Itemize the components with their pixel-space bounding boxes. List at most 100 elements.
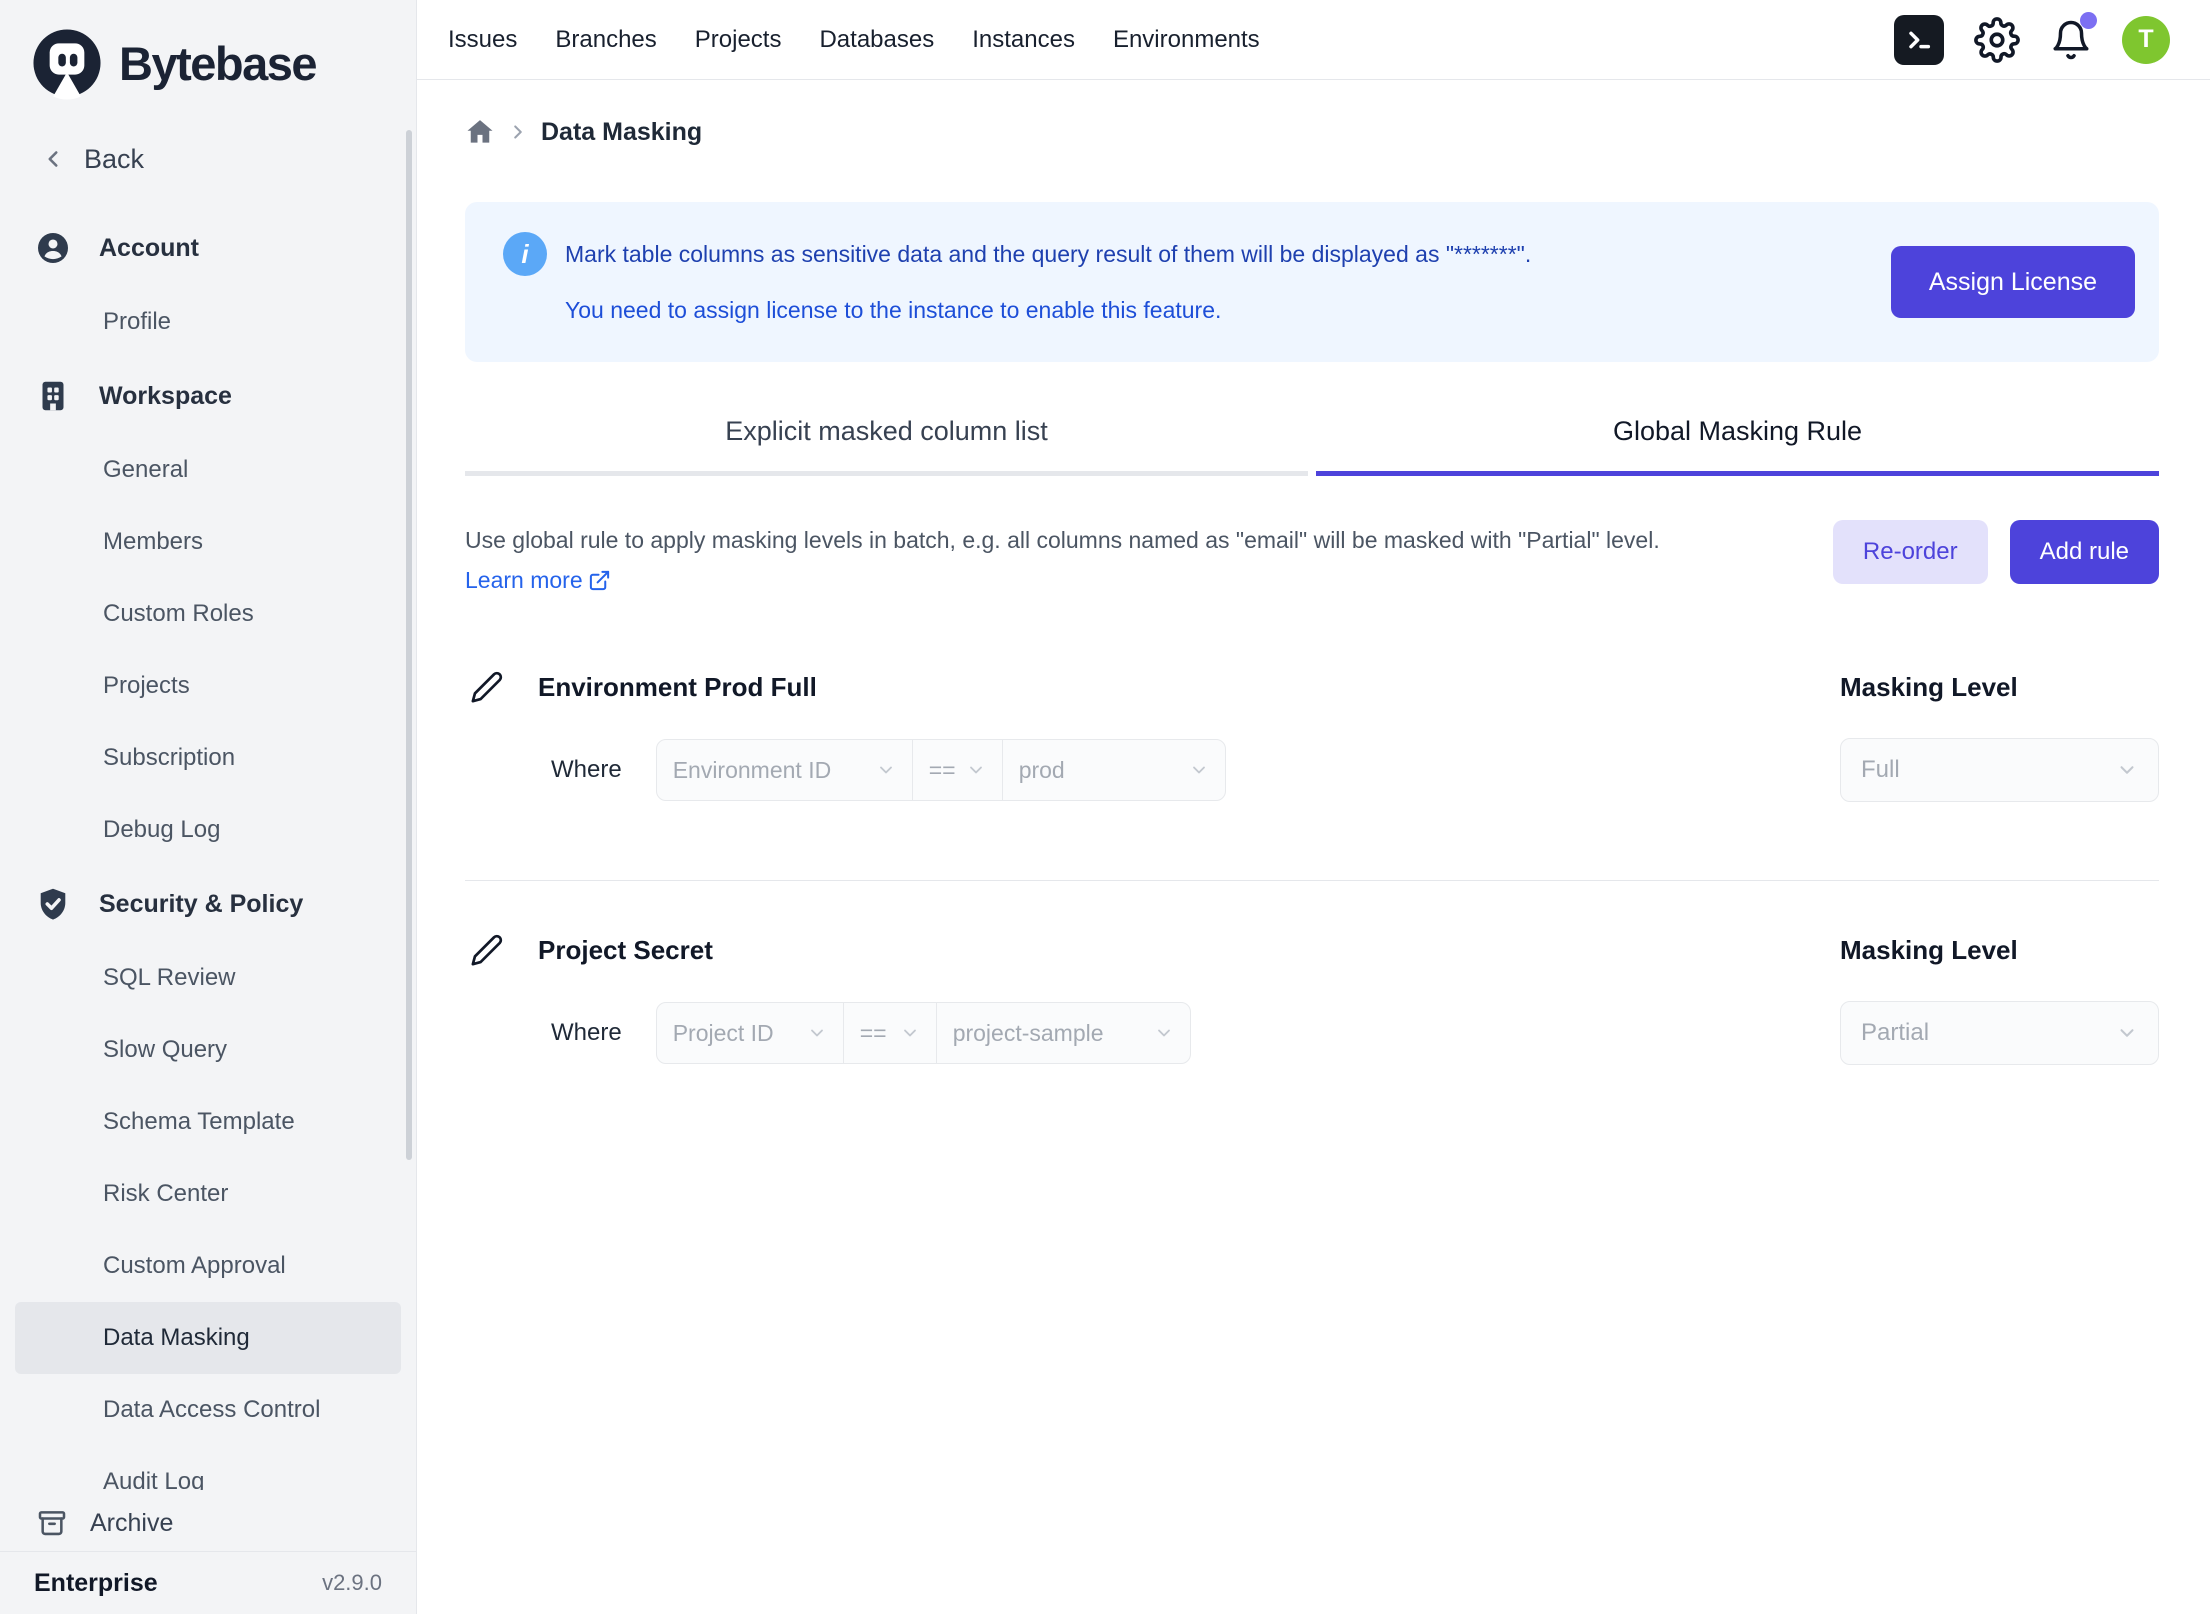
brand-logo[interactable]: Bytebase [0, 0, 416, 126]
topbar-actions: T [1894, 15, 2170, 65]
nav-branches[interactable]: Branches [555, 26, 656, 54]
sidebar-item-profile[interactable]: Profile [15, 286, 401, 358]
masking-level-select[interactable]: Partial [1840, 1001, 2159, 1065]
condition-group: Environment ID == prod [656, 739, 1226, 801]
tab-explicit-masked-column-list[interactable]: Explicit masked column list [465, 404, 1308, 476]
nav-instances[interactable]: Instances [972, 26, 1075, 54]
banner-line-2: You need to assign license to the instan… [565, 282, 1531, 338]
external-link-icon [588, 569, 611, 592]
avatar[interactable]: T [2122, 16, 2170, 64]
add-rule-button[interactable]: Add rule [2010, 520, 2159, 584]
chevron-down-icon [900, 1023, 920, 1043]
settings-button[interactable] [1974, 17, 2020, 63]
sidebar-item-schema-template[interactable]: Schema Template [15, 1086, 401, 1158]
sidebar-scrollbar[interactable] [406, 130, 412, 1160]
sidebar-footer: Enterprise v2.9.0 [0, 1551, 416, 1614]
back-label: Back [84, 144, 144, 175]
chevron-right-icon [507, 121, 529, 143]
page-content: Data Masking i Mark table columns as sen… [417, 80, 2210, 1614]
section-label: Account [99, 234, 199, 263]
page-title: Data Masking [541, 118, 702, 147]
notifications-button[interactable] [2050, 19, 2092, 61]
where-label: Where [551, 1019, 622, 1047]
brand-name: Bytebase [119, 36, 316, 91]
rule-body: Where Environment ID == [465, 738, 2159, 802]
section-label: Workspace [99, 382, 232, 411]
chevron-down-icon [1189, 760, 1209, 780]
sidebar-item-slow-query[interactable]: Slow Query [15, 1014, 401, 1086]
sql-editor-button[interactable] [1894, 15, 1944, 65]
breadcrumb: Data Masking [465, 110, 2159, 154]
sidebar-item-projects[interactable]: Projects [15, 650, 401, 722]
where-label: Where [551, 756, 622, 784]
building-icon [35, 378, 71, 414]
condition-group: Project ID == project-sample [656, 1002, 1191, 1064]
reorder-button[interactable]: Re-order [1833, 520, 1988, 584]
sidebar-item-data-masking[interactable]: Data Masking [15, 1302, 401, 1374]
archive-icon [36, 1507, 68, 1539]
section-label: Security & Policy [99, 890, 303, 919]
shield-check-icon [35, 886, 71, 922]
sidebar: Bytebase Back Account Profile [0, 0, 417, 1614]
chevron-down-icon [1154, 1023, 1174, 1043]
rule-header: Project Secret Masking Level [465, 933, 2159, 967]
sidebar-section-security-policy: Security & Policy [0, 866, 416, 942]
sidebar-item-debug-log[interactable]: Debug Log [15, 794, 401, 866]
rule-body: Where Project ID == [465, 1001, 2159, 1065]
chevron-left-icon [40, 146, 66, 172]
notification-dot [2080, 12, 2097, 29]
chevron-down-icon [876, 760, 896, 780]
edit-pencil-icon[interactable] [470, 670, 504, 704]
nav-projects[interactable]: Projects [695, 26, 782, 54]
app-root: Bytebase Back Account Profile [0, 0, 2210, 1614]
condition-value-select[interactable]: project-sample [937, 1003, 1190, 1063]
nav-environments[interactable]: Environments [1113, 26, 1260, 54]
sidebar-bottom: Archive Enterprise v2.9.0 [0, 1495, 416, 1614]
user-circle-icon [35, 230, 71, 266]
masking-rule: Project Secret Masking Level Where Proje… [465, 933, 2159, 1065]
sidebar-item-members[interactable]: Members [15, 506, 401, 578]
sidebar-item-archive[interactable]: Archive [0, 1495, 416, 1551]
masking-rule: Environment Prod Full Masking Level Wher… [465, 670, 2159, 802]
terminal-icon [1903, 24, 1935, 56]
nav-issues[interactable]: Issues [448, 26, 517, 54]
bytebase-logo-icon [30, 26, 104, 100]
toolbar-buttons: Re-order Add rule [1833, 520, 2159, 584]
home-icon[interactable] [465, 117, 495, 147]
sidebar-section-workspace: Workspace [0, 358, 416, 434]
rule-title: Project Secret [538, 935, 713, 966]
sidebar-item-subscription[interactable]: Subscription [15, 722, 401, 794]
tab-global-masking-rule[interactable]: Global Masking Rule [1316, 404, 2159, 476]
sidebar-item-audit-log[interactable]: Audit Log [15, 1446, 401, 1490]
sidebar-item-risk-center[interactable]: Risk Center [15, 1158, 401, 1230]
sidebar-nav: Account Profile Workspace General Member… [0, 192, 416, 1490]
info-icon: i [503, 232, 547, 276]
masking-level-select[interactable]: Full [1840, 738, 2159, 802]
condition-field-select[interactable]: Project ID [657, 1003, 844, 1063]
condition-operator-select[interactable]: == [844, 1003, 937, 1063]
rule-title: Environment Prod Full [538, 672, 817, 703]
masking-level-header: Masking Level [1840, 672, 2159, 703]
rule-header: Environment Prod Full Masking Level [465, 670, 2159, 704]
condition-value-select[interactable]: prod [1003, 740, 1225, 800]
sidebar-item-custom-roles[interactable]: Custom Roles [15, 578, 401, 650]
edit-pencil-icon[interactable] [470, 933, 504, 967]
chevron-down-icon [807, 1023, 827, 1043]
back-button[interactable]: Back [0, 126, 416, 192]
rules-description: Use global rule to apply masking levels … [465, 520, 1800, 600]
assign-license-button[interactable]: Assign License [1891, 246, 2135, 318]
sidebar-item-sql-review[interactable]: SQL Review [15, 942, 401, 1014]
sidebar-item-custom-approval[interactable]: Custom Approval [15, 1230, 401, 1302]
license-banner: i Mark table columns as sensitive data a… [465, 202, 2159, 362]
main-area: Issues Branches Projects Databases Insta… [417, 0, 2210, 1614]
condition-operator-select[interactable]: == [913, 740, 1003, 800]
nav-databases[interactable]: Databases [819, 26, 934, 54]
sidebar-item-general[interactable]: General [15, 434, 401, 506]
tab-bar: Explicit masked column list Global Maski… [465, 404, 2159, 476]
learn-more-link[interactable]: Learn more [465, 560, 611, 600]
sidebar-item-data-access-control[interactable]: Data Access Control [15, 1374, 401, 1446]
chevron-down-icon [966, 760, 986, 780]
condition-field-select[interactable]: Environment ID [657, 740, 913, 800]
rules-toolbar: Use global rule to apply masking levels … [465, 520, 2159, 600]
gear-icon [1974, 17, 2020, 63]
